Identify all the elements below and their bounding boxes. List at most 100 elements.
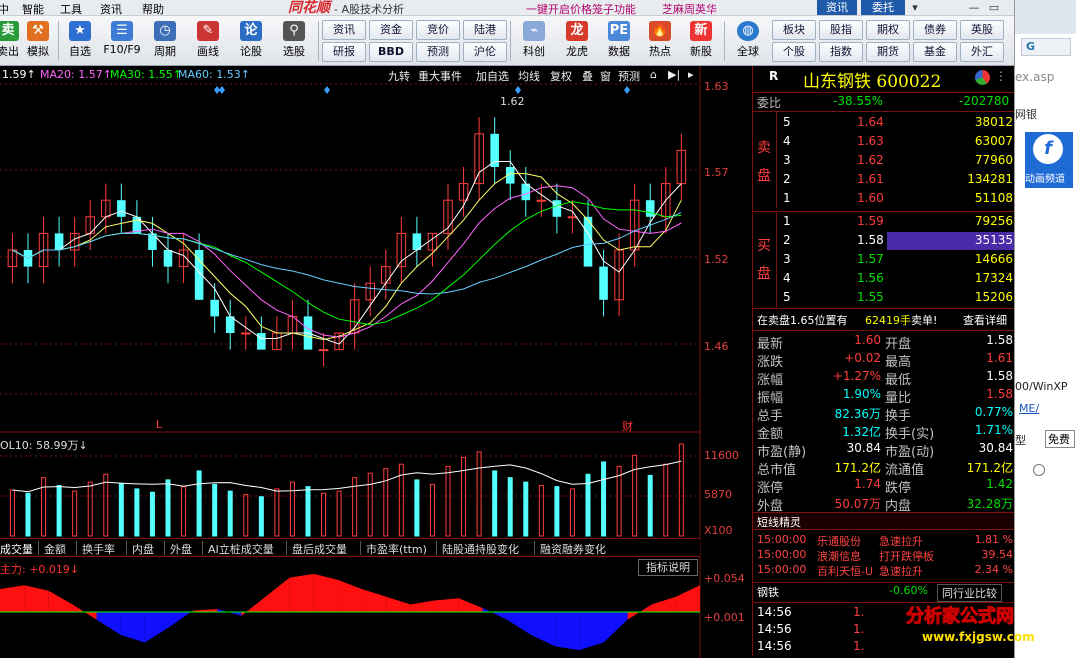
stat-row: 市盈(静) 30.84 市盈(动) 30.84 [753,440,1015,460]
order-level[interactable]: 5 1.64 38012 [753,114,1015,132]
fund-button[interactable]: 基金 [913,42,957,62]
flash-panel[interactable]: f 动画频道 [1025,132,1073,188]
volume-bar [181,486,187,537]
browser-tab[interactable]: G [1021,38,1071,56]
uk-stock-button[interactable]: 英股 [960,20,1004,40]
indicator-help-button[interactable]: 指标说明 [638,559,698,576]
next-icon[interactable]: ▶| [668,68,680,81]
bank-link[interactable]: 网银 [1015,106,1037,122]
news-button[interactable]: 资讯 [817,0,857,15]
minimize-icon[interactable]: — [967,0,981,15]
tab-inner[interactable]: 内盘 [132,541,154,557]
period-button[interactable]: ◷ 周期 [143,19,187,65]
tab-outer[interactable]: 外盘 [170,541,192,557]
tab-after-hours[interactable]: 盘后成交量 [292,541,347,557]
tab-turnover[interactable]: 换手率 [82,541,115,557]
connect-small-button[interactable]: 陆港 [463,20,507,40]
order-level[interactable]: 2 1.61 134281 [753,171,1015,189]
major-event-button[interactable]: 重大事件 [418,68,462,84]
close-icon[interactable]: ▸ [688,68,694,81]
dragon-tiger-button[interactable]: 龙龙虎 [555,19,599,65]
stat-row: 涨停 1.74 跌停 1.42 [753,476,1015,496]
global-button[interactable]: ◍ 全球 [726,19,770,65]
draw-line-icon: ✎ [197,21,219,41]
menu-tools[interactable]: 工具 [60,1,82,17]
pie-icon[interactable] [975,70,990,85]
radio-button[interactable] [1033,464,1045,476]
stat-value: +1.27% [832,369,881,383]
stock-picker-icon: ⚲ [283,21,305,41]
simulate-button[interactable]: ⚒ 模拟 [16,19,60,65]
marker-label: L [156,418,163,431]
tab-hk-connect[interactable]: 陆股通持股变化 [442,541,519,557]
tab-margin[interactable]: 融资融券变化 [540,541,606,557]
menu-item[interactable]: 中 [0,1,9,17]
data-button[interactable]: PE 数据 [597,19,641,65]
star-market-button[interactable]: ⌁ 科创 [512,19,556,65]
dropdown-icon[interactable]: ▾ [909,0,921,15]
promo-link[interactable]: 一键开启价格笼子功能 [526,1,636,17]
forecast-small-button[interactable]: 预测 [416,42,460,62]
single-stock-button[interactable]: 个股 [772,42,816,62]
level-volume: 51108 [974,191,1013,205]
lock-icon[interactable]: ⌂ [650,68,657,81]
tab-pe[interactable]: 市盈率(ttm) [366,541,427,557]
flow-area [675,585,700,612]
maximize-icon[interactable]: ▭ [987,0,1001,15]
flow-label: 主力: +0.019↓ [0,563,80,576]
genie-item[interactable]: 15:00:00 百利天恒-U 急速拉升 2.34 % [753,562,1015,580]
menu-news[interactable]: 资讯 [100,1,122,17]
stock-picker-button[interactable]: ⚲ 选股 [272,19,316,65]
big-order-row[interactable]: 在卖盘1.65位置有 62419手 卖单! 查看详细 [753,311,1015,329]
free-select[interactable]: 免费 [1045,430,1075,448]
bbd-small-button[interactable]: BBD [369,42,413,62]
menu-smart[interactable]: 智能 [22,1,44,17]
tick-price: 1. [853,622,865,636]
hot-button[interactable]: 🔥 热点 [638,19,682,65]
add-watchlist-button[interactable]: 加自选 [476,68,509,84]
index-button[interactable]: 指数 [819,42,863,62]
order-level[interactable]: 3 1.62 77960 [753,152,1015,170]
overlay-button[interactable]: 叠 [582,68,593,84]
nine-turn-button[interactable]: 九转 [388,68,410,84]
futures-button[interactable]: 期货 [866,42,910,62]
separator [360,541,361,555]
menu-help[interactable]: 帮助 [142,1,164,17]
forex-button[interactable]: 外汇 [960,42,1004,62]
flow-tick: +0.054 [704,572,745,585]
predict-button[interactable]: 预测 [618,68,640,84]
view-detail-link[interactable]: 查看详细 [963,312,1007,328]
news-small-button[interactable]: 资讯 [322,20,366,40]
research-small-button[interactable]: 研报 [322,42,366,62]
candle-body [163,250,173,267]
f10-button[interactable]: ☰ F10/F9 [100,19,144,65]
draw-line-button[interactable]: ✎ 画线 [186,19,230,65]
stock-index-button[interactable]: 股指 [819,20,863,40]
separator [126,541,127,555]
volume-bar [414,479,420,537]
ma-button[interactable]: 均线 [518,68,540,84]
shlon-small-button[interactable]: 沪伦 [463,42,507,62]
menu-icon[interactable]: ⋮ [995,69,1007,83]
promo-link-2[interactable]: 芝麻周英华 [662,1,717,17]
auction-small-button[interactable]: 竞价 [416,20,460,40]
tab-volume[interactable]: 成交量 [0,541,33,557]
order-level[interactable]: 1 1.60 51108 [753,190,1015,208]
window-button[interactable]: 窗 [600,68,611,84]
adjust-button[interactable]: 复权 [550,68,572,84]
watchlist-button[interactable]: ★ 自选 [58,19,102,65]
order-level[interactable]: 4 1.63 63007 [753,133,1015,151]
flow-area [434,598,459,612]
tab-amount[interactable]: 金额 [44,541,66,557]
forum-button[interactable]: 论论股 [229,19,273,65]
sector-button[interactable]: 板块 [772,20,816,40]
entrust-button[interactable]: 委托 [861,0,905,15]
volume-bar [25,492,31,537]
new-stock-button[interactable]: 新新股 [679,19,723,65]
tick-price: 1. [853,605,865,619]
me-link[interactable]: ME/ [1019,402,1039,415]
option-button[interactable]: 期权 [866,20,910,40]
fund-small-button[interactable]: 资金 [369,20,413,40]
bond-button[interactable]: 债券 [913,20,957,40]
tab-ai-volume[interactable]: AI立桩成交量 [208,541,274,557]
